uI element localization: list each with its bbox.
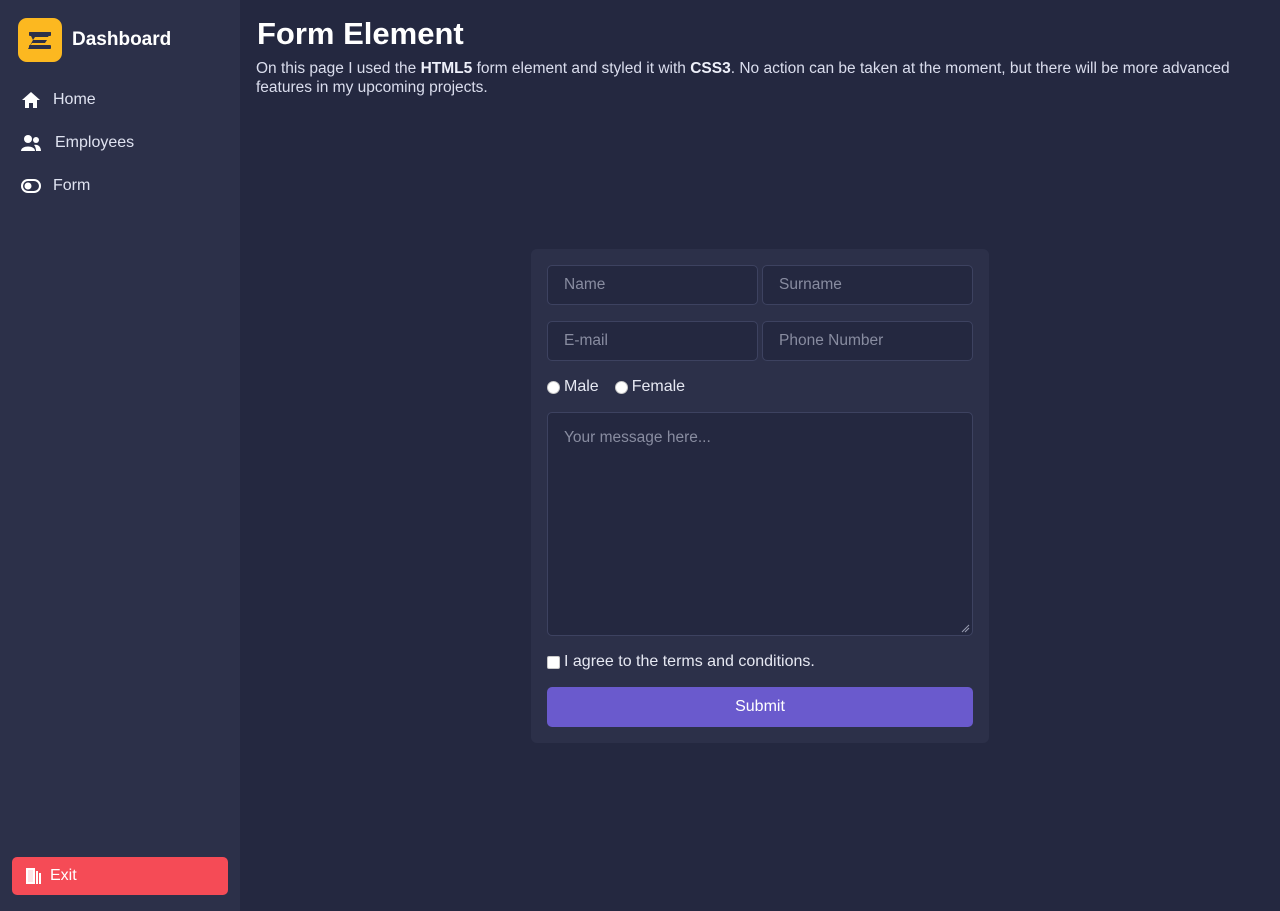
terms-row: I agree to the terms and conditions. <box>547 652 815 672</box>
sidebar-nav: Home Employees Form <box>0 78 240 207</box>
description-css3: CSS3 <box>690 60 731 77</box>
message-textarea[interactable] <box>547 412 973 636</box>
description-text: form element and styled it with <box>472 60 691 77</box>
page-description: On this page I used the HTML5 form eleme… <box>256 59 1256 97</box>
terms-label[interactable]: I agree to the terms and conditions. <box>564 653 815 671</box>
gender-radio-group: Male Female <box>547 377 701 397</box>
surname-input[interactable] <box>762 265 973 305</box>
email-input[interactable] <box>547 321 758 361</box>
toggle-icon <box>20 175 42 197</box>
sidebar-item-label: Employees <box>55 133 135 151</box>
female-radio[interactable] <box>614 380 628 394</box>
z-logo-icon <box>18 18 62 62</box>
contact-form: Male Female I agree to the terms and con… <box>531 249 989 743</box>
description-text: On this page I used the <box>256 60 421 77</box>
male-radio-label[interactable]: Male <box>564 378 599 396</box>
home-icon <box>20 89 42 111</box>
female-radio-label[interactable]: Female <box>632 378 685 396</box>
sidebar-item-home[interactable]: Home <box>0 78 240 121</box>
description-html5: HTML5 <box>420 60 473 77</box>
sidebar-item-label: Form <box>53 176 91 194</box>
main-content: Form Element On this page I used the HTM… <box>240 0 1280 911</box>
exit-label: Exit <box>50 867 77 884</box>
sidebar: Dashboard Home Employees Form Exit <box>0 0 240 911</box>
sidebar-item-form[interactable]: Form <box>0 164 240 207</box>
sidebar-item-employees[interactable]: Employees <box>0 121 240 164</box>
male-radio[interactable] <box>547 380 560 394</box>
page-title: Form Element <box>257 16 464 51</box>
door-exit-icon <box>22 865 44 887</box>
users-icon <box>20 132 42 154</box>
phone-input[interactable] <box>762 321 973 361</box>
sidebar-item-label: Home <box>53 90 96 108</box>
exit-button[interactable]: Exit <box>12 857 228 895</box>
name-input[interactable] <box>547 265 758 305</box>
submit-button[interactable]: Submit <box>547 687 973 727</box>
brand-title: Dashboard <box>72 29 172 50</box>
terms-checkbox[interactable] <box>547 655 560 669</box>
brand[interactable]: Dashboard <box>18 18 171 62</box>
resize-grip-icon[interactable] <box>960 623 970 633</box>
